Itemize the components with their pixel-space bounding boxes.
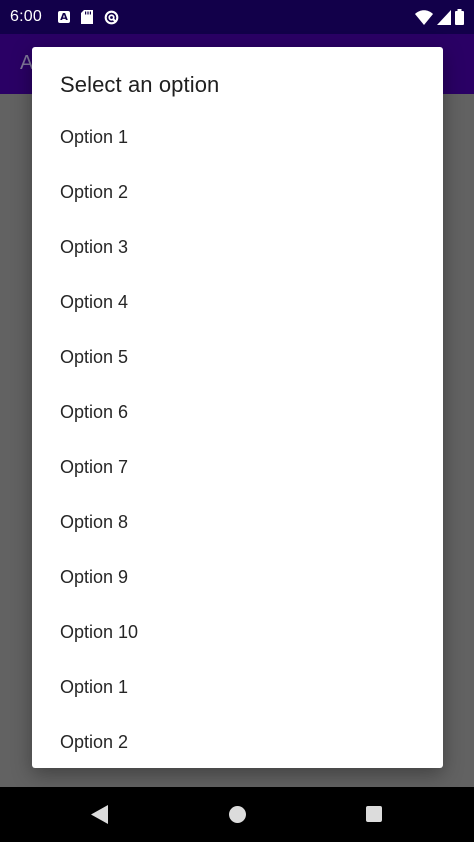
status-system-icons	[415, 9, 464, 25]
option-item[interactable]: Option 5	[32, 330, 443, 385]
option-item[interactable]: Option 3	[32, 220, 443, 275]
option-item[interactable]: Option 2	[32, 715, 443, 768]
option-item[interactable]: Option 10	[32, 605, 443, 660]
option-item[interactable]: Option 2	[32, 165, 443, 220]
sd-card-icon	[80, 10, 93, 24]
status-notification-icons: A	[57, 10, 119, 25]
option-item[interactable]: Option 8	[32, 495, 443, 550]
option-list: Option 1 Option 2 Option 3 Option 4 Opti…	[32, 110, 443, 768]
navigation-bar	[0, 787, 474, 842]
back-icon[interactable]	[91, 805, 108, 824]
wifi-icon	[415, 9, 433, 25]
battery-icon	[455, 9, 464, 25]
option-item[interactable]: Option 6	[32, 385, 443, 440]
status-time: 6:00	[10, 8, 42, 25]
home-icon[interactable]	[229, 806, 246, 823]
a-notification-icon: A	[57, 11, 70, 23]
select-option-dialog: Select an option Option 1 Option 2 Optio…	[32, 47, 443, 768]
option-item[interactable]: Option 1	[32, 110, 443, 165]
status-bar: 6:00 A	[0, 0, 474, 34]
signal-icon	[437, 9, 451, 25]
recents-icon[interactable]	[366, 806, 382, 822]
option-item[interactable]: Option 4	[32, 275, 443, 330]
dialog-title: Select an option	[60, 72, 220, 97]
option-item[interactable]: Option 7	[32, 440, 443, 495]
option-item[interactable]: Option 9	[32, 550, 443, 605]
option-item[interactable]: Option 1	[32, 660, 443, 715]
sync-circle-icon	[104, 10, 119, 24]
